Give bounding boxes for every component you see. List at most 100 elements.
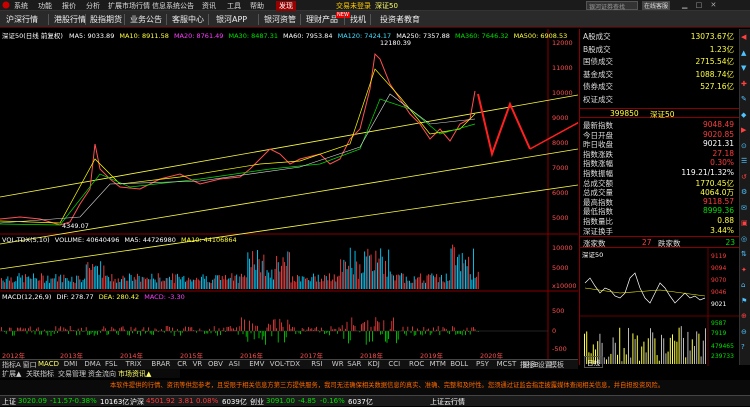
tab-template[interactable]: 模板 <box>550 360 564 370</box>
down-icon[interactable]: ▼ <box>741 64 746 72</box>
flag-icon[interactable]: ⚑ <box>741 297 747 305</box>
up-icon[interactable]: ▲ <box>741 49 746 57</box>
volume-bar <box>345 262 346 289</box>
indicator-tab[interactable]: SAR <box>347 360 361 368</box>
indicator-tab[interactable]: RSI <box>311 360 322 368</box>
macd-bar <box>267 328 268 331</box>
volume-bar <box>471 280 472 289</box>
volume-bar <box>436 274 437 289</box>
indicator-tab[interactable]: ASI <box>229 360 240 368</box>
search-input[interactable]: 银河证券查找 <box>586 1 638 10</box>
refresh-icon[interactable]: ↺ <box>741 173 747 181</box>
menu-help[interactable]: 帮助 <box>250 1 264 11</box>
tab-business-notice[interactable]: 业务公告 <box>130 14 162 25</box>
menu-info-notice[interactable]: 信息系统公告 <box>152 1 194 11</box>
play-icon[interactable]: ▶ <box>741 126 746 134</box>
indicator-tab[interactable]: ROC <box>409 360 424 368</box>
volume-bar <box>374 270 375 289</box>
indicator-tab[interactable]: CR <box>177 360 187 368</box>
volume-bar <box>284 262 285 289</box>
menu-tools[interactable]: 工具 <box>227 1 241 11</box>
help-icon[interactable]: ? <box>741 343 745 351</box>
tab-asset-management[interactable]: 银河资管 <box>264 14 296 25</box>
gear-icon[interactable]: ⚙ <box>741 188 747 196</box>
volume-bar <box>94 267 95 289</box>
indicator-tab[interactable]: DMA <box>84 360 100 368</box>
tab-related-indicators[interactable]: 关联指标 <box>26 369 54 379</box>
home-icon[interactable]: ⌂ <box>741 281 745 289</box>
collapse-icon[interactable]: ◀ <box>741 33 746 41</box>
maximize-icon[interactable]: □ <box>696 1 703 9</box>
indicator-tab[interactable]: TRIX <box>126 360 142 368</box>
volume-bar <box>113 281 114 289</box>
volume-bar <box>198 279 199 289</box>
add-icon[interactable]: ✚ <box>741 80 747 88</box>
grid-icon[interactable]: ▣ <box>741 219 748 227</box>
tab-yinhe-app[interactable]: 银河APP <box>216 14 247 25</box>
indicator-tab[interactable]: VOL-TDX <box>270 360 300 368</box>
close-icon[interactable]: ✕ <box>710 1 716 9</box>
tab-find[interactable]: 找机 <box>350 14 366 25</box>
tab-hs-quotes[interactable]: 沪深行情 <box>6 14 38 25</box>
indicator-tab[interactable]: BOLL <box>450 360 468 368</box>
indicator-tab[interactable]: VR <box>193 360 203 368</box>
diamond-icon[interactable]: ◆ <box>741 111 746 119</box>
indicator-tab[interactable]: KDJ <box>368 360 380 368</box>
login-status[interactable]: 交易未登录 <box>336 1 371 11</box>
indicator-tab[interactable]: MTM <box>430 360 446 368</box>
volume-bar <box>153 279 154 289</box>
sort-icon[interactable]: ⇅ <box>741 250 747 258</box>
tab-capital-flow[interactable]: 资金流向 <box>88 369 116 379</box>
kline-chart-area[interactable]: 深证50(日线 前复权) MA5: 9033.89 MA10: 8911.58 … <box>0 29 578 359</box>
menu-quote[interactable]: 报价 <box>62 1 76 11</box>
indicator-tab[interactable]: OBV <box>208 360 223 368</box>
menu-function[interactable]: 功能 <box>38 1 52 11</box>
macd-bar <box>430 331 431 335</box>
menu-news[interactable]: 资讯 <box>202 1 216 11</box>
tab-wealth-products[interactable]: 理财产品 <box>306 14 338 25</box>
indicator-tab[interactable]: WR <box>332 360 344 368</box>
macd-bar <box>412 326 413 331</box>
indicator-tab[interactable]: BRAR <box>151 360 170 368</box>
zoom-in-icon[interactable]: ⊕ <box>741 312 747 320</box>
indicator-tab[interactable]: CCI <box>388 360 400 368</box>
indicator-tab[interactable]: DMI <box>64 360 78 368</box>
tab-market-news[interactable]: 市场资讯▲ <box>118 369 151 379</box>
tab-extension[interactable]: 扩展▲ <box>2 369 21 379</box>
macd-bar <box>111 327 112 331</box>
menu-ext-market[interactable]: 扩展市场行情 <box>108 1 150 11</box>
target-icon[interactable]: ⊙ <box>741 142 747 150</box>
zoom-out-icon[interactable]: ⊖ <box>741 328 747 336</box>
macd-bar <box>294 327 295 331</box>
volume-row-label: 国债成交 <box>583 56 613 67</box>
indicator-tab[interactable]: PSY <box>476 360 489 368</box>
tab-indicator-b[interactable]: 指标B <box>520 360 539 370</box>
tab-investor-education[interactable]: 投资者教育 <box>380 14 420 25</box>
indicator-tab[interactable]: MCST <box>497 360 517 368</box>
star-icon[interactable]: ✦ <box>741 266 747 274</box>
macd-bar <box>324 331 325 334</box>
tab-trade-management[interactable]: 交易管理 <box>58 369 86 379</box>
volume-bar <box>423 281 424 289</box>
indicator-tab[interactable]: FSL <box>105 360 117 368</box>
tab-service-center[interactable]: 客服中心 <box>172 14 204 25</box>
tab-index-futures[interactable]: 股指期货 <box>90 14 122 25</box>
list-icon[interactable]: ☰ <box>741 157 747 165</box>
macd-bar <box>335 329 336 331</box>
menu-analysis[interactable]: 分析 <box>86 1 100 11</box>
menu-system[interactable]: 系统 <box>14 1 28 11</box>
circle-icon[interactable]: ◎ <box>741 235 747 243</box>
indicator-tab[interactable]: EMV <box>249 360 264 368</box>
online-service-button[interactable]: 在线客服 <box>642 1 670 10</box>
minimize-icon[interactable]: ▁ <box>682 1 687 9</box>
mini-tab-daily[interactable]: 日线 <box>584 356 603 368</box>
indicator-tab[interactable]: MACD <box>38 360 59 368</box>
volume-bar <box>123 276 124 289</box>
draw-icon[interactable]: ✎ <box>741 95 747 103</box>
menu-discover[interactable]: 发现 <box>276 1 296 11</box>
mini-intraday-chart[interactable]: 深证50 9119 9094 9070 9046 9021 9587 7919 … <box>580 247 739 365</box>
volume-bar <box>159 278 160 289</box>
mail-icon[interactable]: ✉ <box>741 204 747 212</box>
mini-volume-bar <box>659 361 660 364</box>
tab-hk-quotes[interactable]: 港股行情 <box>54 14 86 25</box>
